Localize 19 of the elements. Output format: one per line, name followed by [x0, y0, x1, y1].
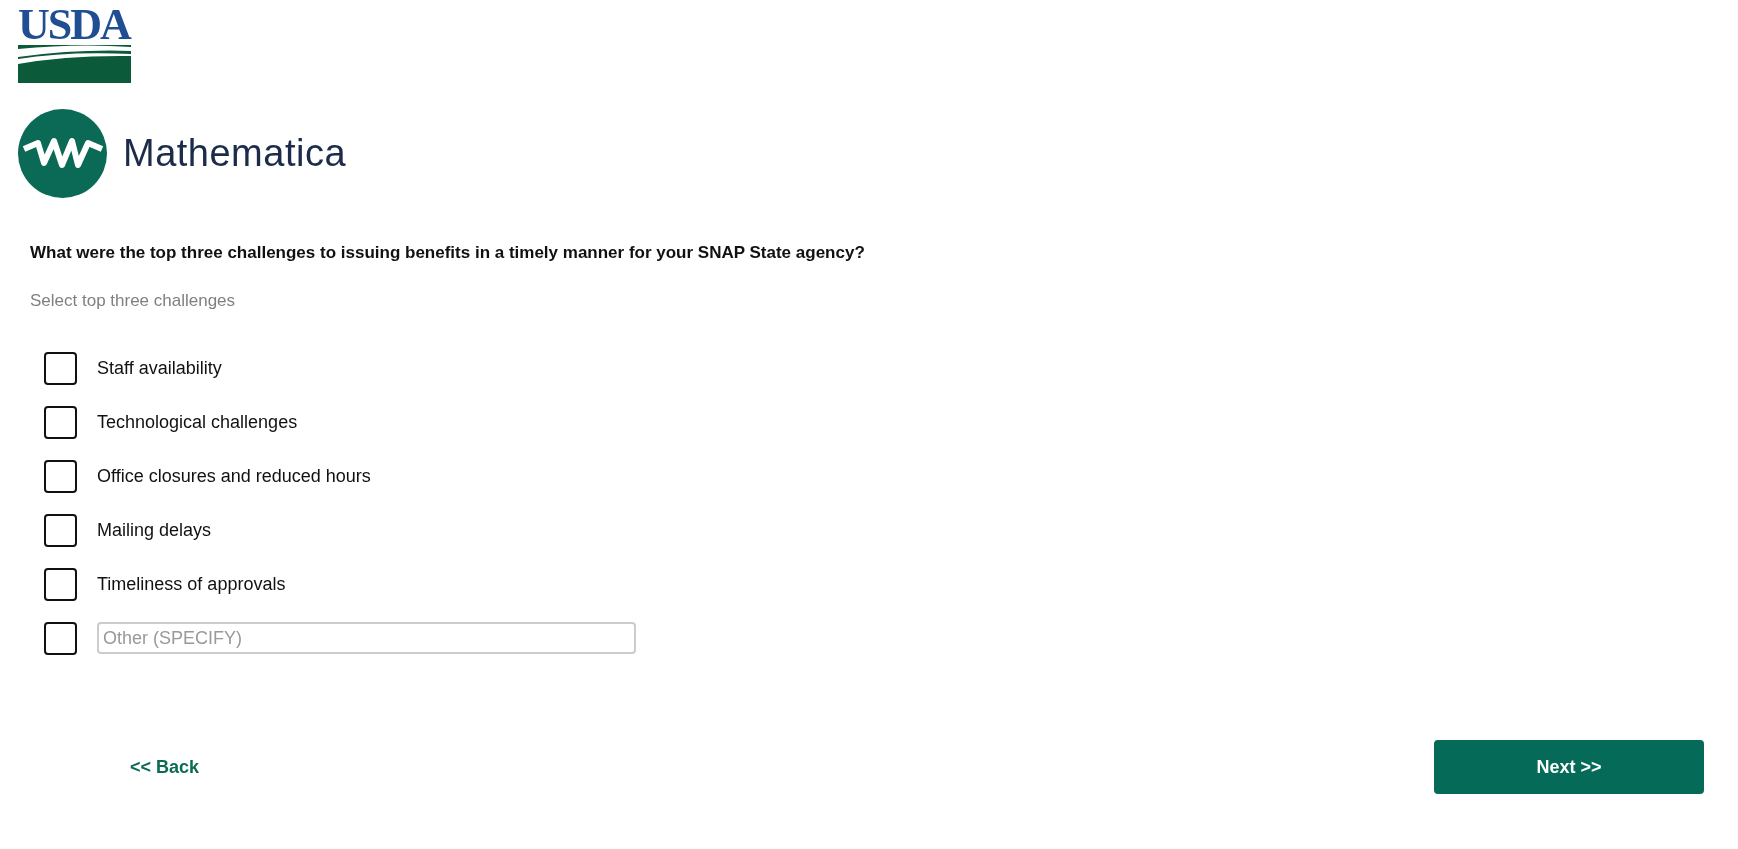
- checkbox[interactable]: [44, 459, 77, 493]
- option-label[interactable]: Staff availability: [97, 357, 222, 379]
- back-link[interactable]: << Back: [130, 756, 200, 778]
- instruction-text: Select top three challenges: [30, 291, 237, 311]
- checkbox[interactable]: [44, 351, 77, 385]
- mathematica-wordmark: Mathematica: [123, 132, 347, 175]
- option-label[interactable]: Timeliness of approvals: [97, 573, 286, 595]
- usda-logo: USDA: [18, 5, 131, 83]
- checkbox[interactable]: [44, 405, 77, 439]
- option-label[interactable]: Office closures and reduced hours: [97, 465, 371, 487]
- wave-logo-icon: [18, 109, 107, 198]
- checkbox[interactable]: [44, 621, 77, 655]
- option-label[interactable]: Technological challenges: [97, 411, 298, 433]
- other-input-field[interactable]: Other (SPECIFY): [97, 622, 636, 654]
- question-text: What were the top three challenges to issuing benefits in a timely manner for your SNAP State agency?: [30, 243, 866, 263]
- checkbox[interactable]: [44, 567, 77, 601]
- checkbox[interactable]: [44, 513, 77, 547]
- next-button[interactable]: Next >>: [1434, 740, 1704, 794]
- option-label[interactable]: Mailing delays: [97, 519, 212, 541]
